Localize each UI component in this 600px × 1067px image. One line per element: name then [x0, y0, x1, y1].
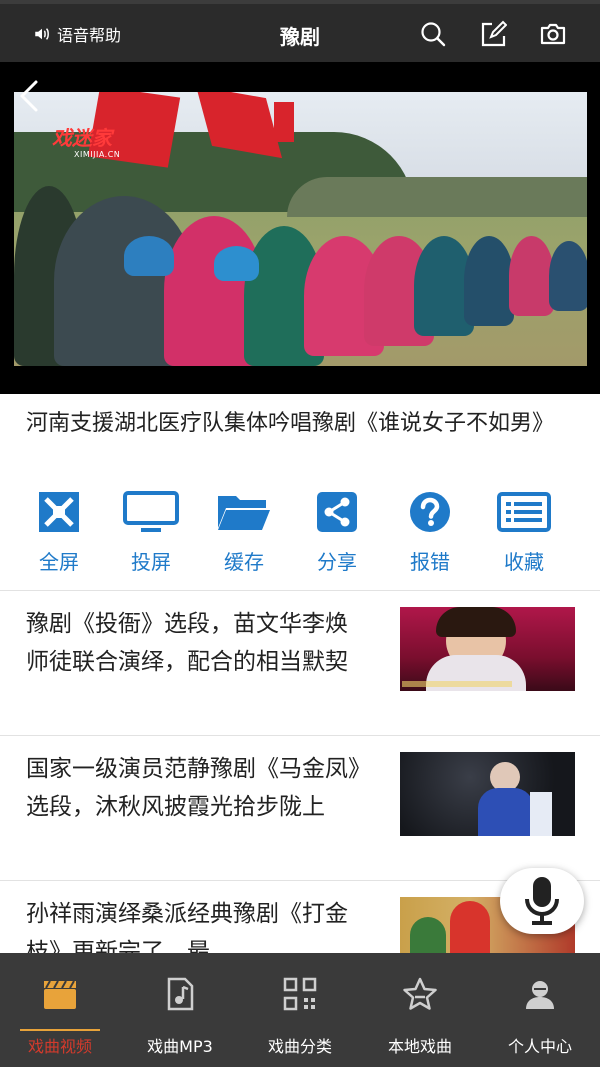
clapperboard-icon — [44, 980, 76, 1009]
red-flag — [274, 102, 294, 142]
microphone-icon — [525, 877, 559, 925]
video-player[interactable]: 戏迷家 XIMIJIA.CN — [0, 62, 600, 394]
voice-help-label: 语音帮助 — [57, 26, 122, 45]
report-label: 报错 — [410, 550, 450, 574]
nav-item-local-opera[interactable]: 本地戏曲 — [360, 953, 480, 1067]
user-icon — [526, 981, 554, 1009]
cast-button[interactable]: 投屏 — [111, 490, 191, 575]
video-frame[interactable]: 戏迷家 XIMIJIA.CN — [14, 92, 587, 366]
question-icon — [410, 492, 450, 532]
nav-label: 戏曲视频 — [27, 1037, 92, 1056]
cast-label: 投屏 — [131, 550, 171, 574]
nav-label: 戏曲分类 — [267, 1037, 332, 1056]
folder-icon — [218, 496, 270, 530]
action-bar: 全屏 投屏 缓存 分享 报错 收藏 — [0, 490, 600, 590]
camera-icon — [540, 23, 566, 45]
voice-search-button[interactable] — [500, 868, 584, 934]
list-item-title: 国家一级演员范静豫剧《马金凤》选段，沐秋风披霞光拾步陇上 — [26, 756, 360, 820]
share-icon — [317, 492, 357, 532]
report-button[interactable]: 报错 — [390, 490, 470, 575]
music-file-icon — [167, 977, 194, 1011]
list-item-thumbnail[interactable] — [400, 752, 575, 836]
nav-label: 戏曲MP3 — [147, 1037, 213, 1056]
video-crowd — [14, 176, 587, 366]
star-icon — [403, 977, 437, 1010]
edit-button[interactable] — [478, 19, 508, 49]
speaker-icon — [35, 28, 49, 40]
share-label: 分享 — [317, 550, 357, 574]
video-watermark: 戏迷家 — [52, 126, 112, 150]
cache-button[interactable]: 缓存 — [204, 490, 284, 575]
nav-item-opera-category[interactable]: 戏曲分类 — [240, 953, 360, 1067]
favorite-button[interactable]: 收藏 — [484, 490, 564, 575]
list-item[interactable]: 豫剧《投衙》选段，苗文华李焕师徒联合演绎，配合的相当默契 — [0, 591, 600, 736]
voice-help-button[interactable]: 语音帮助 — [33, 22, 121, 46]
share-button[interactable]: 分享 — [297, 490, 377, 575]
top-bar: 语音帮助 豫剧 — [0, 0, 600, 62]
nav-label: 个人中心 — [507, 1037, 572, 1056]
nav-item-profile[interactable]: 个人中心 — [480, 953, 600, 1067]
search-icon — [421, 22, 446, 47]
list-icon — [497, 492, 551, 532]
edit-icon — [481, 20, 507, 47]
list-item[interactable]: 国家一级演员范静豫剧《马金凤》选段，沐秋风披霞光拾步陇上 — [0, 736, 600, 881]
nav-active-indicator — [20, 1029, 100, 1031]
list-item-thumbnail[interactable] — [400, 607, 575, 691]
list-item-title: 豫剧《投衙》选段，苗文华李焕师徒联合演绎，配合的相当默契 — [26, 611, 348, 675]
favorite-label: 收藏 — [504, 550, 544, 574]
nav-label: 本地戏曲 — [387, 1037, 452, 1056]
nav-item-opera-mp3[interactable]: 戏曲MP3 — [120, 953, 240, 1067]
fullscreen-icon — [39, 492, 79, 532]
bottom-nav: 戏曲视频 戏曲MP3 戏曲分类 本地戏曲 个人中心 — [0, 953, 600, 1067]
video-watermark-url: XIMIJIA.CN — [74, 150, 121, 159]
search-button[interactable] — [418, 19, 448, 49]
nav-item-opera-video[interactable]: 戏曲视频 — [0, 953, 120, 1067]
qr-grid-icon — [283, 977, 317, 1011]
back-arrow-icon[interactable] — [14, 78, 42, 114]
monitor-icon — [123, 491, 179, 532]
fullscreen-button[interactable]: 全屏 — [19, 490, 99, 575]
fullscreen-label: 全屏 — [39, 550, 79, 574]
camera-button[interactable] — [538, 19, 568, 49]
cache-label: 缓存 — [224, 550, 264, 574]
video-title: 河南支援湖北医疗队集体吟唱豫剧《谁说女子不如男》 — [26, 411, 555, 436]
